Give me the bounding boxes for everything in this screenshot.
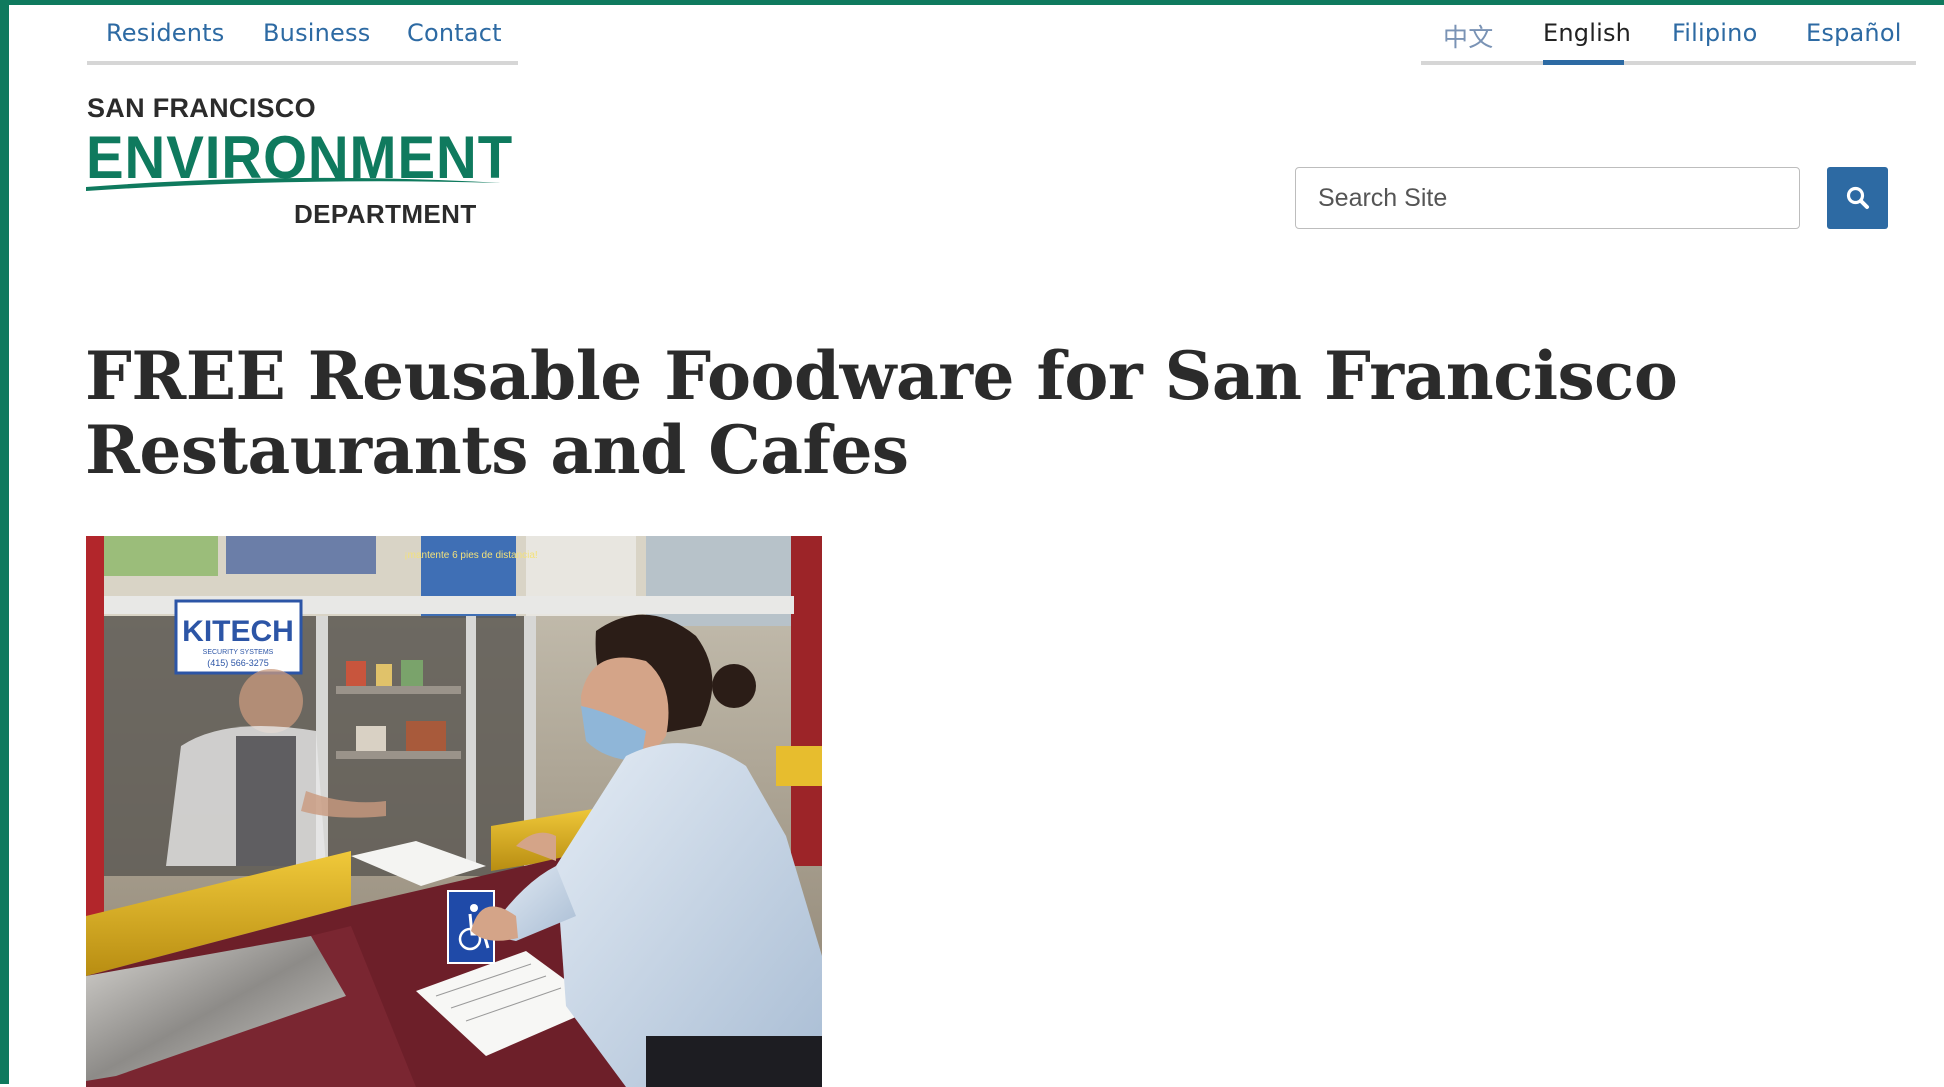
- search-icon: [1846, 186, 1869, 209]
- logo-line-san-francisco: SAN FRANCISCO: [87, 93, 316, 123]
- active-language-indicator: [1543, 60, 1624, 65]
- site-logo[interactable]: SAN FRANCISCO ENVIRONMENT DEPARTMENT: [86, 93, 512, 233]
- sign-kitech-text: KITECH: [182, 615, 294, 648]
- search-button[interactable]: [1827, 167, 1888, 229]
- search-input[interactable]: [1295, 167, 1800, 229]
- nav-residents-link[interactable]: Residents: [106, 19, 224, 47]
- nav-contact-link[interactable]: Contact: [407, 19, 502, 47]
- lang-english-link[interactable]: English: [1543, 19, 1631, 47]
- page-title: FREE Reusable Foodware for San Francisco…: [85, 337, 1678, 489]
- lang-filipino-link[interactable]: Filipino: [1672, 19, 1757, 47]
- lang-espanol-link[interactable]: Español: [1806, 19, 1902, 47]
- language-nav: 中文 English Filipino Español: [1421, 10, 1916, 65]
- logo-swoosh-icon: [86, 177, 501, 191]
- logo-line-department: DEPARTMENT: [294, 199, 477, 229]
- lang-chinese-link[interactable]: 中文: [1443, 18, 1493, 54]
- nav-business-link[interactable]: Business: [263, 19, 370, 47]
- hero-image: KITECH SECURITY SYSTEMS (415) 566-3275 ¡…: [86, 536, 822, 1087]
- sign-subtext: SECURITY SYSTEMS: [203, 649, 274, 656]
- restaurant-counter-photo: KITECH SECURITY SYSTEMS (415) 566-3275 ¡…: [86, 536, 822, 1087]
- sign-phone: (415) 566-3275: [207, 658, 269, 668]
- primary-nav: Residents Business Contact: [87, 10, 518, 65]
- poster-text: ¡mantente 6 pies de distancia!: [404, 550, 537, 561]
